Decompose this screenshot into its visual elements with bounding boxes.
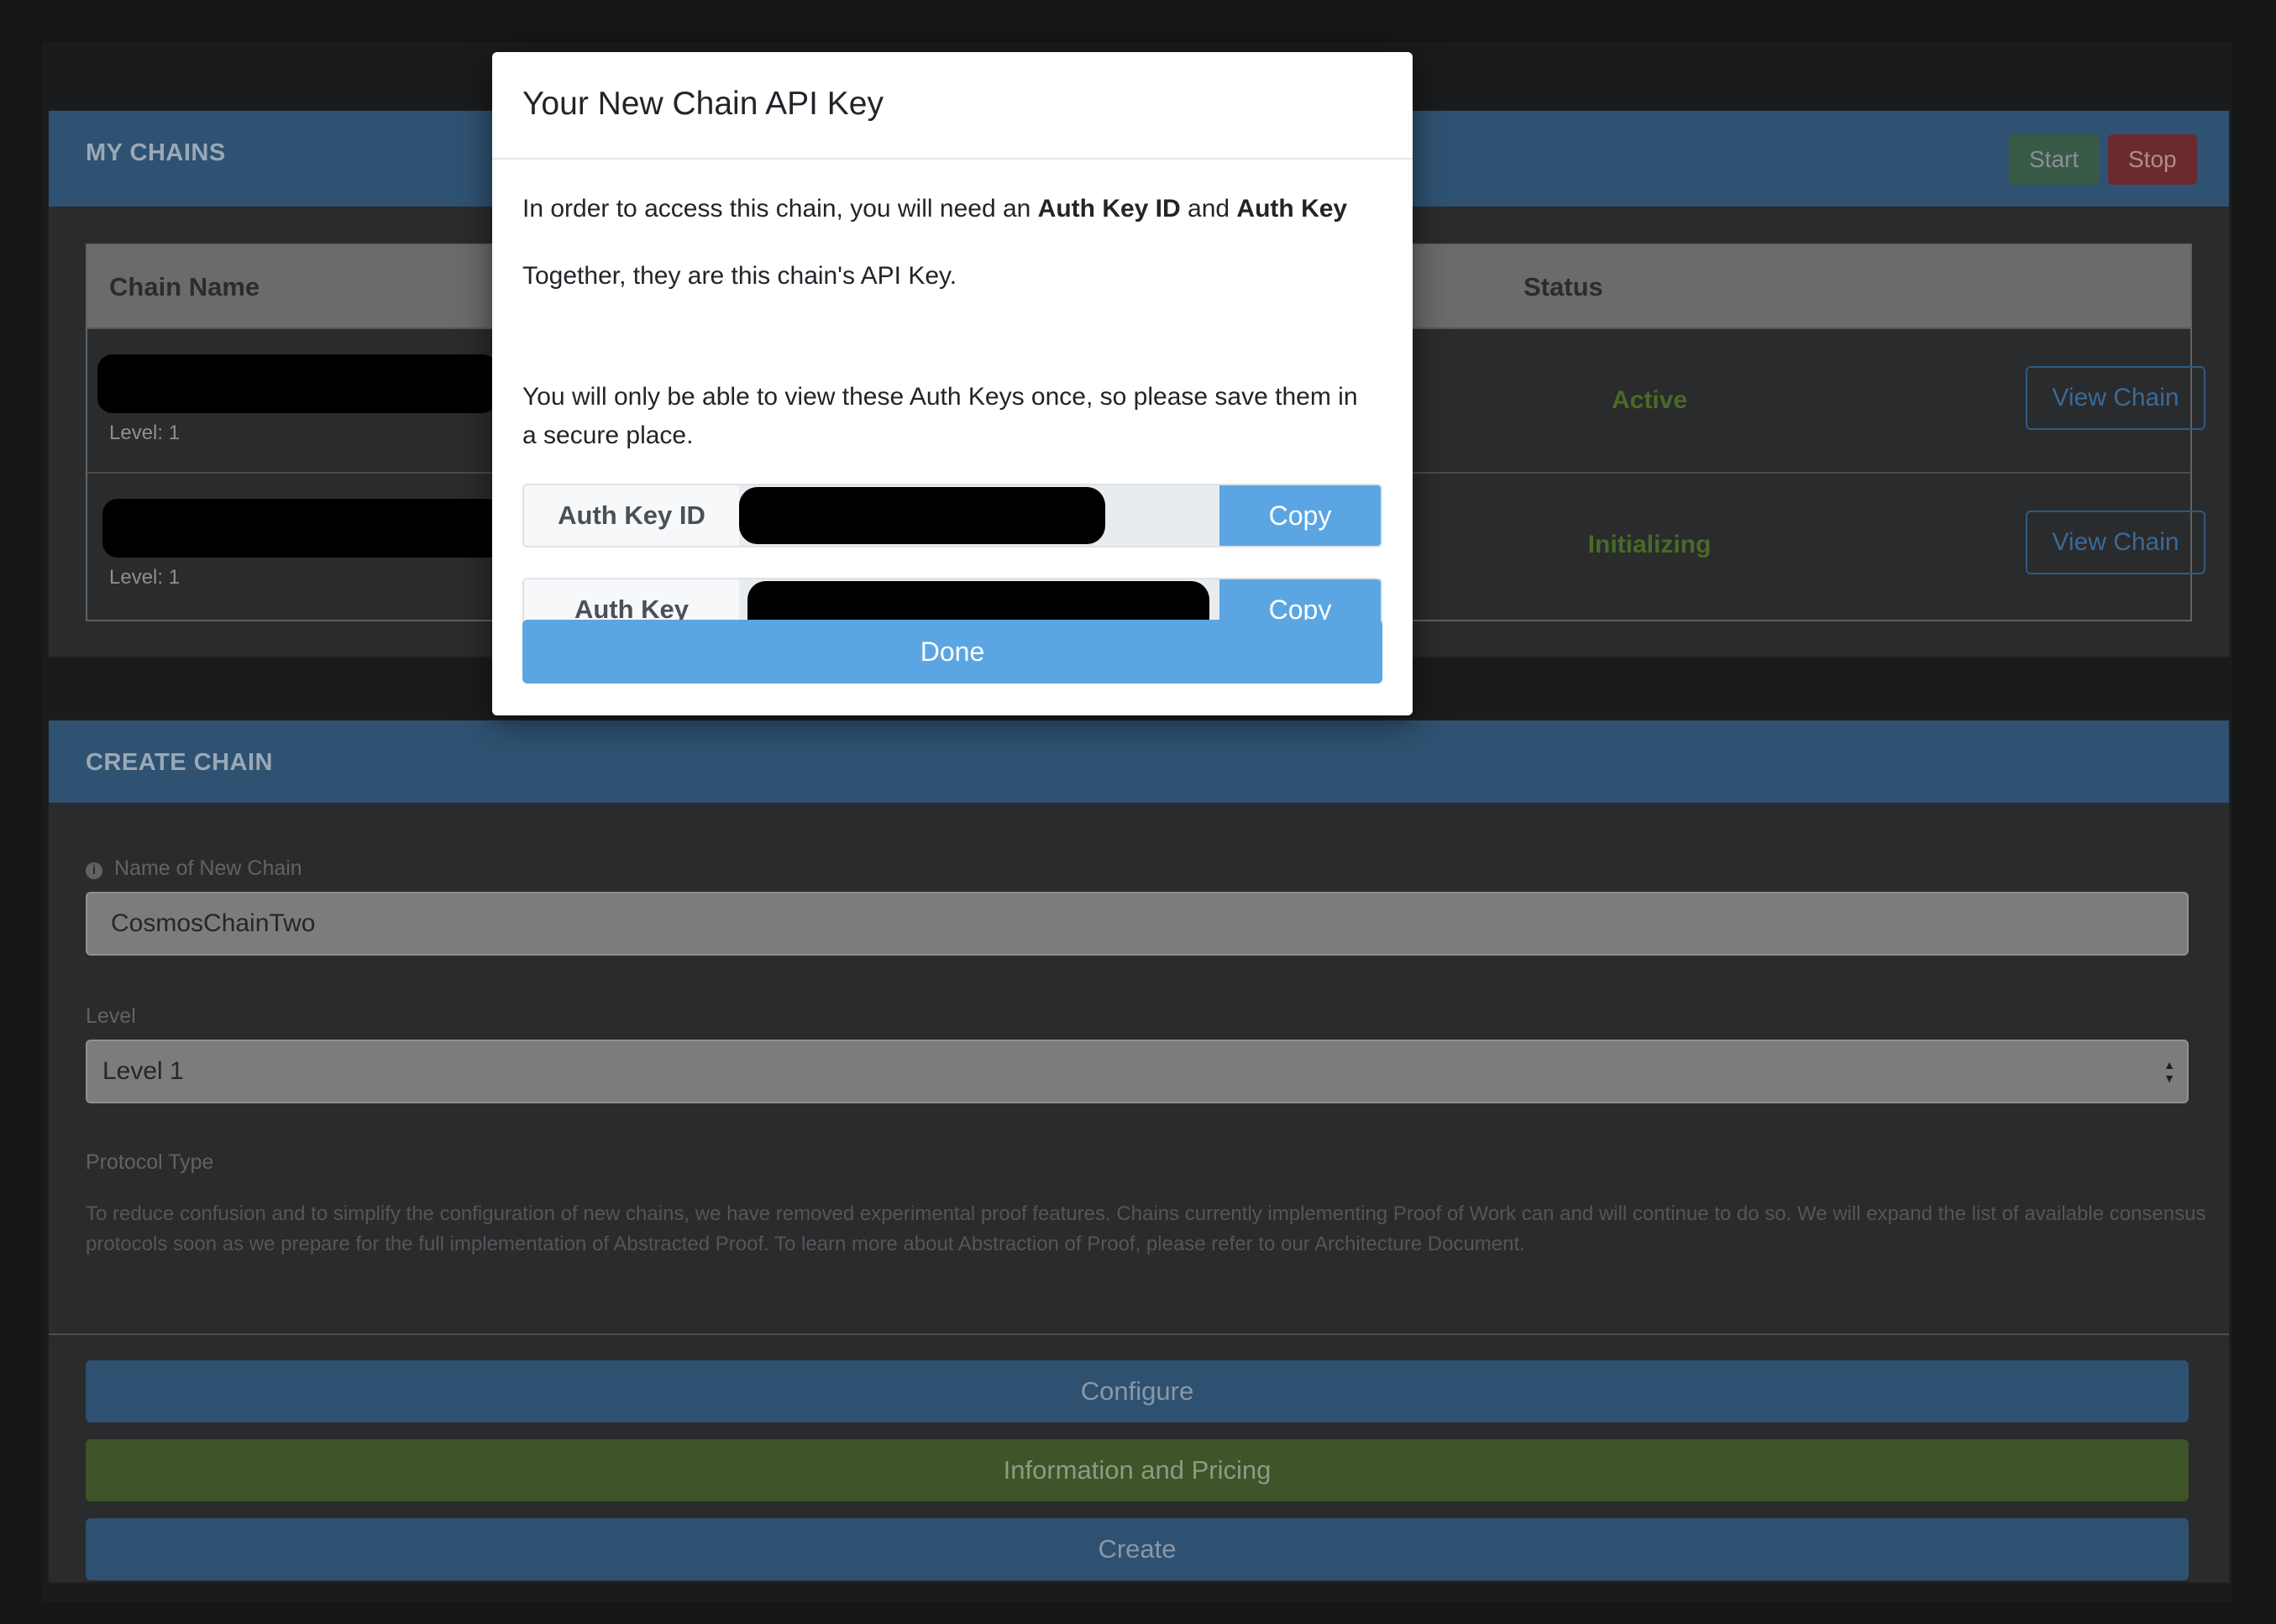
configure-button[interactable]: Configure xyxy=(86,1360,2189,1422)
stop-button[interactable]: Stop xyxy=(2108,134,2197,185)
done-button[interactable]: Done xyxy=(522,620,1382,684)
instructions-text: In order to access this chain, you will … xyxy=(522,195,1038,223)
modal-save-warning: You will only be able to view these Auth… xyxy=(522,383,1358,449)
view-chain-button[interactable]: View Chain xyxy=(2026,366,2205,430)
modal-api-key-note: Together, they are this chain's API Key. xyxy=(522,262,957,290)
modal-header: Your New Chain API Key xyxy=(492,52,1413,160)
create-chain-title: CREATE CHAIN xyxy=(86,749,273,776)
protocol-description: To reduce confusion and to simplify the … xyxy=(86,1202,2206,1255)
create-chain-header: CREATE CHAIN xyxy=(49,720,2229,803)
auth-key-term: Auth Key xyxy=(1236,195,1348,223)
chain-level: Level: 1 xyxy=(109,422,181,444)
chain-name-input[interactable]: CosmosChainTwo xyxy=(86,892,2189,956)
create-button[interactable]: Create xyxy=(86,1518,2189,1580)
auth-key-id-label: Auth Key ID xyxy=(524,485,741,546)
divider xyxy=(49,1333,2229,1335)
start-button[interactable]: Start xyxy=(2009,134,2100,185)
auth-key-id-group: Auth Key ID Copy xyxy=(522,484,1382,547)
status-badge: Active xyxy=(1611,386,1688,414)
redacted-auth-key-id xyxy=(739,487,1105,544)
redacted-chain-name xyxy=(97,354,497,413)
modal-instructions: In order to access this chain, you will … xyxy=(522,190,1396,228)
column-status: Status xyxy=(1523,272,1603,301)
modal-title: Your New Chain API Key xyxy=(522,86,884,122)
chain-name-label: i Name of New Chain xyxy=(86,857,302,881)
status-badge: Initializing xyxy=(1587,531,1712,558)
level-select[interactable]: Level 1 ▲ ▼ xyxy=(86,1040,2189,1103)
chain-name-value: CosmosChainTwo xyxy=(111,909,316,937)
chain-name-label-text: Name of New Chain xyxy=(114,857,302,880)
instructions-joiner: and xyxy=(1180,195,1237,223)
protocol-type-label: Protocol Type xyxy=(86,1150,214,1174)
create-chain-panel: CREATE CHAIN i Name of New Chain CosmosCh… xyxy=(47,719,2231,1584)
column-chain-name: Chain Name xyxy=(109,272,260,301)
level-label: Level xyxy=(86,1004,136,1028)
view-chain-button[interactable]: View Chain xyxy=(2026,511,2205,574)
info-icon[interactable]: i xyxy=(86,862,102,879)
select-arrows-icon: ▲ ▼ xyxy=(2163,1058,2175,1085)
api-key-modal: Your New Chain API Key In order to acces… xyxy=(492,52,1413,715)
auth-key-id-field[interactable] xyxy=(739,485,1219,546)
my-chains-title: MY CHAINS xyxy=(86,139,226,166)
level-select-value: Level 1 xyxy=(102,1057,184,1085)
auth-key-id-term: Auth Key ID xyxy=(1037,195,1181,223)
copy-auth-key-id-button[interactable]: Copy xyxy=(1219,485,1381,546)
chain-level: Level: 1 xyxy=(109,566,181,589)
information-pricing-button[interactable]: Information and Pricing xyxy=(86,1439,2189,1501)
redacted-chain-name xyxy=(102,499,502,558)
